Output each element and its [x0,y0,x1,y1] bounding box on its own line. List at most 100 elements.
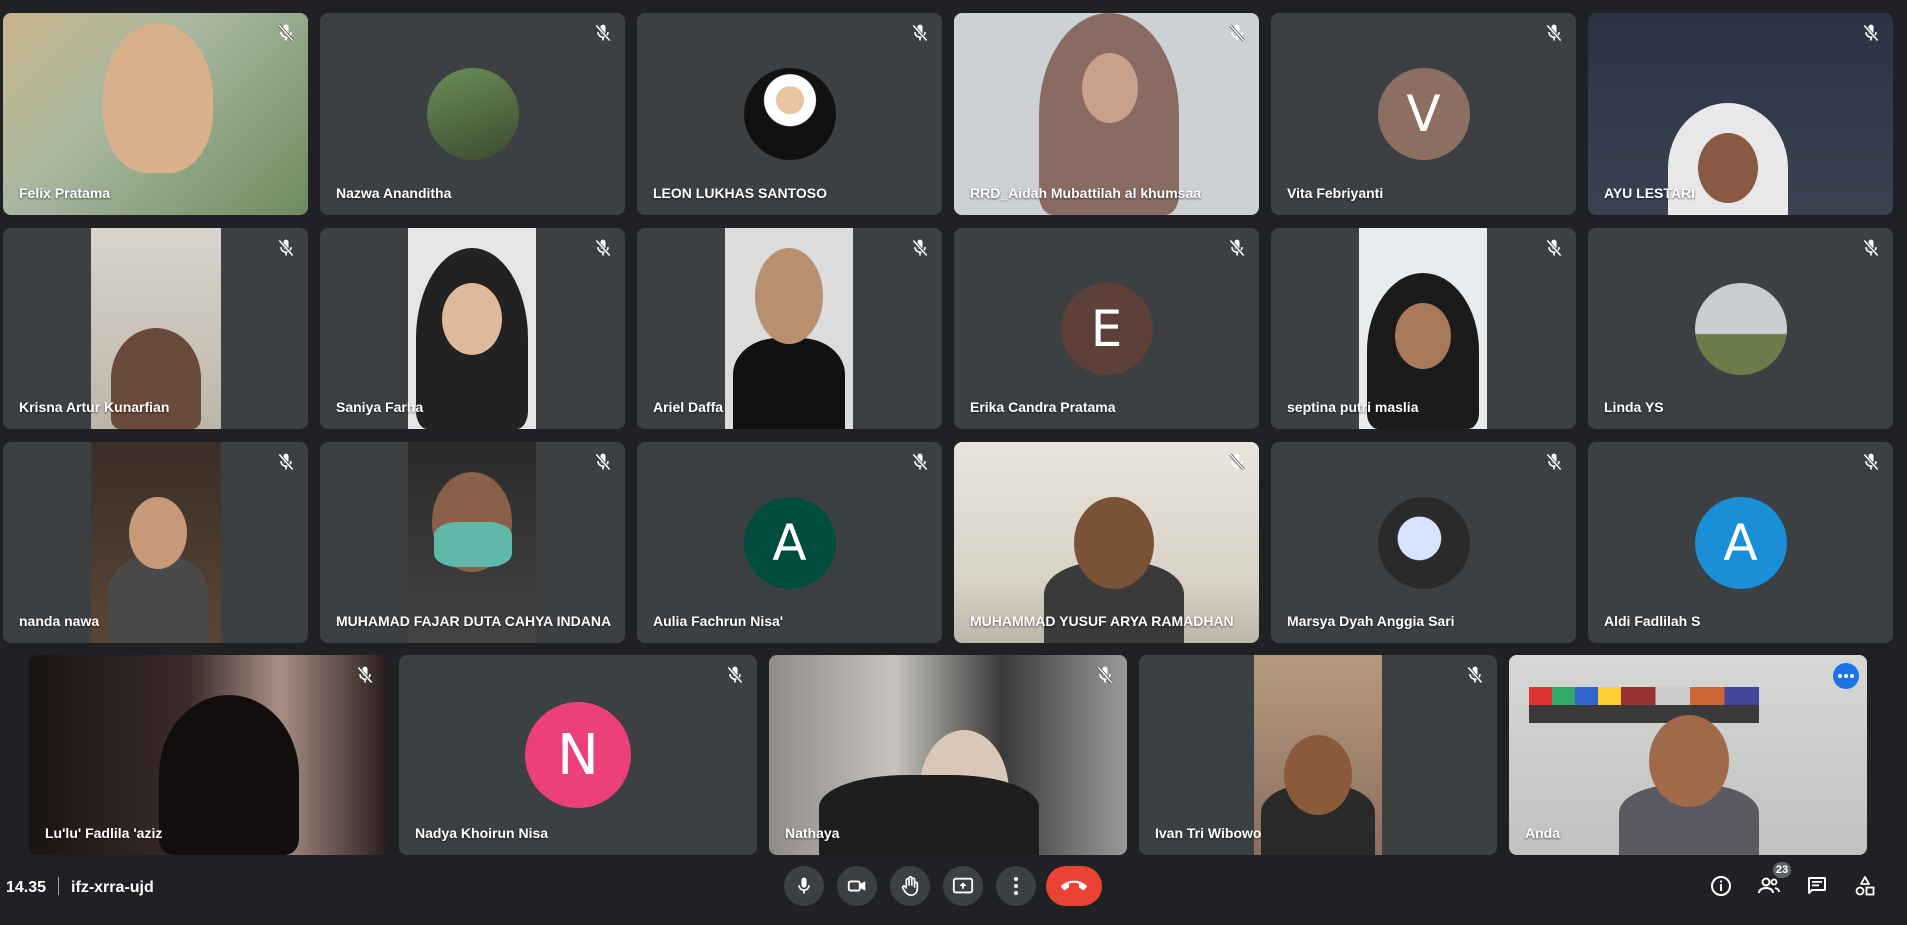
avatar: E [1060,282,1153,375]
meeting-details-button[interactable] [1701,866,1741,906]
bottom-toolbar: 14.35 ifz-xrra-ujd 23 [0,845,1907,925]
participant-tile[interactable]: Linda YS [1588,228,1893,429]
mic-off-icon [1227,452,1247,472]
participant-name: Erika Candra Pratama [970,399,1116,415]
camera-icon [847,880,866,892]
raise-hand-button[interactable] [890,866,930,906]
mic-off-icon [276,23,296,43]
participant-tile[interactable]: Krisna Artur Kunarfian [3,228,308,429]
mic-off-icon [1227,23,1247,43]
mic-off-icon [355,665,375,685]
participant-name: MUHAMMAD YUSUF ARYA RAMADHAN [970,613,1234,629]
end-call-button[interactable] [1046,866,1102,906]
participant-name: Ariel Daffa [653,399,724,415]
mic-off-icon [593,452,613,472]
participant-name: Aulia Fachrun Nisa' [653,613,784,629]
meeting-info: 14.35 ifz-xrra-ujd [6,877,154,897]
participant-name: Nazwa Ananditha [336,185,452,201]
participant-name: Anda [1525,825,1560,841]
participants-button[interactable]: 23 [1749,862,1791,906]
participant-tile[interactable]: Ivan Tri Wibowo [1139,655,1497,855]
participant-tile[interactable]: Nathaya [769,655,1127,855]
mic-off-icon [1227,238,1247,258]
participant-tile[interactable]: RRD_Aidah Mubattilah al khumsaa [954,13,1259,215]
participant-tile[interactable]: E Erika Candra Pratama [954,228,1259,429]
participant-name: Vita Febriyanti [1287,185,1384,201]
person-silhouette [103,23,213,173]
participant-name: MUHAMAD FAJAR DUTA CAHYA INDANA [336,613,612,629]
participant-tile[interactable]: Felix Pratama [3,13,308,215]
participant-tile[interactable]: AYU LESTARI [1588,13,1893,215]
participant-tile[interactable]: Marsya Dyah Anggia Sari [1271,442,1576,643]
participant-tile[interactable]: Lu'lu' Fadlila 'aziz [29,655,387,855]
participant-tile[interactable]: V Vita Febriyanti [1271,13,1576,215]
mic-off-icon [1544,238,1564,258]
info-icon [1711,876,1731,896]
mic-off-icon [593,23,613,43]
chat-icon [1808,877,1826,894]
participant-tile[interactable]: Nazwa Ananditha [320,13,625,215]
activities-button[interactable] [1845,866,1885,906]
avatar: A [743,496,836,589]
end-call-icon [1061,880,1087,891]
more-options-button[interactable] [996,866,1036,906]
mic-off-icon [1861,238,1881,258]
divider [58,877,60,895]
mic-off-icon [1544,23,1564,43]
avatar: V [1377,68,1470,160]
participant-tile[interactable]: septina putri maslia [1271,228,1576,429]
participant-name: Marsya Dyah Anggia Sari [1287,613,1455,629]
participant-tile[interactable]: N Nadya Khoirun Nisa [399,655,757,855]
bookshelf [1529,705,1759,723]
participants-count-badge: 23 [1773,862,1791,878]
more-options-icon[interactable] [1833,663,1859,689]
mic-off-icon [910,452,930,472]
present-screen-icon [952,877,974,894]
camera-button[interactable] [837,866,877,906]
self-tile[interactable]: Anda [1509,655,1867,855]
mic-off-icon [1465,665,1485,685]
mic-off-icon [1861,23,1881,43]
more-options-icon [1014,877,1018,895]
chat-button[interactable] [1797,866,1837,906]
participant-name: septina putri maslia [1287,399,1419,415]
avatar [1377,496,1470,589]
participant-tile[interactable]: Ariel Daffa [637,228,942,429]
participant-tile[interactable]: Saniya Farha [320,228,625,429]
participant-tile[interactable]: nanda nawa [3,442,308,643]
participant-name: Aldi Fadlilah S [1604,613,1701,629]
microphone-button[interactable] [784,866,824,906]
mic-off-icon [1095,665,1115,685]
clock-time: 14.35 [6,879,47,896]
mic-off-icon [276,452,296,472]
participant-tile[interactable]: MUHAMMAD YUSUF ARYA RAMADHAN [954,442,1259,643]
participant-tile[interactable]: A Aulia Fachrun Nisa' [637,442,942,643]
participant-name: RRD_Aidah Mubattilah al khumsaa [970,185,1202,201]
participant-name: LEON LUKHAS SANTOSO [653,185,827,201]
microphone-icon [798,877,810,894]
mic-off-icon [1861,452,1881,472]
mic-off-icon [910,23,930,43]
raise-hand-icon [901,876,919,896]
activities-icon [1855,876,1875,896]
participant-name: Krisna Artur Kunarfian [19,399,170,415]
participant-tile[interactable]: A Aldi Fadlilah S [1588,442,1893,643]
participant-name: Nadya Khoirun Nisa [415,825,549,841]
avatar: A [1694,496,1787,589]
mic-off-icon [1544,452,1564,472]
present-screen-button[interactable] [943,866,983,906]
avatar [426,68,519,160]
participant-name: Felix Pratama [19,185,111,201]
participant-name: Linda YS [1604,399,1664,415]
people-icon [1758,877,1780,894]
participant-tile[interactable]: MUHAMAD FAJAR DUTA CAHYA INDANA [320,442,625,643]
mic-off-icon [910,238,930,258]
participant-name: Saniya Farha [336,399,424,415]
participant-name: nanda nawa [19,613,100,629]
mic-off-icon [593,238,613,258]
participant-tile[interactable]: LEON LUKHAS SANTOSO [637,13,942,215]
participant-name: AYU LESTARI [1604,185,1696,201]
meeting-code[interactable]: ifz-xrra-ujd [71,879,154,896]
avatar [743,68,836,160]
avatar [1694,282,1787,375]
